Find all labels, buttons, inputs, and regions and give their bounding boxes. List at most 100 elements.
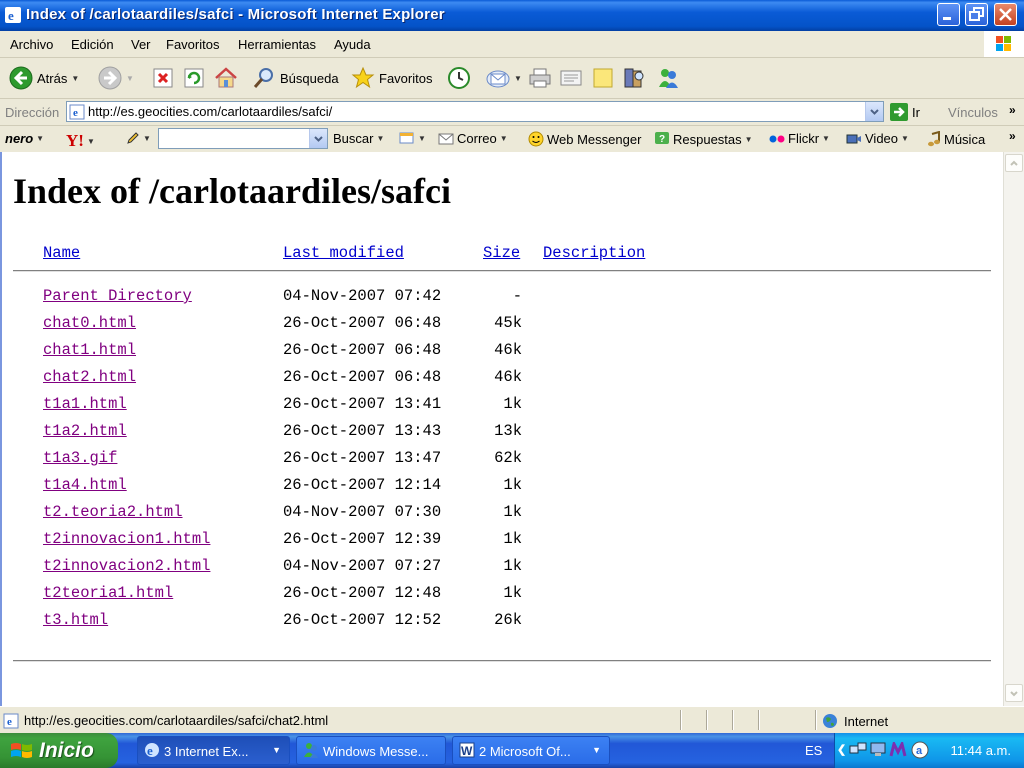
discuss-button[interactable] — [592, 65, 614, 91]
column-size-link[interactable]: Size — [483, 244, 520, 262]
flickr-link[interactable]: Flickr ▼ — [769, 131, 830, 146]
messenger-status-icon[interactable]: a — [911, 741, 929, 759]
standard-toolbar: Atrás ▼ ▼ Búsqueda Favoritos ▼ — [0, 58, 1024, 99]
address-dropdown-button[interactable] — [865, 102, 883, 121]
file-link[interactable]: t1a1.html — [43, 395, 127, 413]
menu-archivo[interactable]: Archivo — [10, 37, 53, 52]
chevron-down-icon[interactable]: ▼ — [36, 134, 44, 143]
links-button[interactable]: Vínculos — [948, 105, 998, 120]
favorites-button[interactable]: Favoritos — [351, 65, 432, 91]
minimize-button[interactable] — [937, 3, 960, 26]
language-indicator[interactable]: ES — [805, 743, 822, 758]
yahoo-button[interactable]: Y! ▼ — [66, 131, 95, 151]
menu-ayuda[interactable]: Ayuda — [334, 37, 371, 52]
chevron-down-icon[interactable]: ▼ — [500, 134, 508, 143]
chevron-down-icon[interactable]: ▼ — [514, 74, 522, 83]
antivirus-icon[interactable] — [889, 742, 907, 758]
taskbar-item-internet-explorer[interactable]: e 3 Internet Ex... ▼ — [137, 736, 290, 765]
messenger-button[interactable] — [656, 65, 680, 91]
back-button[interactable]: Atrás ▼ — [9, 65, 79, 91]
file-size: 13k — [494, 422, 522, 440]
search-dropdown-button[interactable] — [309, 129, 327, 148]
file-row: chat0.html 26-Oct-2007 06:48 45k — [2, 314, 1002, 336]
research-button[interactable] — [622, 65, 646, 91]
file-link[interactable]: Parent Directory — [43, 287, 192, 305]
search-button[interactable]: Búsqueda — [252, 65, 339, 91]
answers-link[interactable]: ? Respuestas ▼ — [654, 131, 753, 147]
chevron-down-icon[interactable]: ▼ — [822, 134, 830, 143]
taskbar-item-microsoft-office[interactable]: W 2 Microsoft Of... ▼ — [452, 736, 610, 765]
windows-flag-icon — [11, 743, 32, 758]
maximize-button[interactable] — [965, 3, 988, 26]
chevron-down-icon[interactable]: ▼ — [126, 74, 134, 83]
music-link[interactable]: Música — [927, 131, 985, 147]
svg-text:e: e — [8, 8, 14, 23]
file-link[interactable]: t2.teoria2.html — [43, 503, 183, 521]
mail-link[interactable]: Correo ▼ — [438, 131, 508, 146]
chevron-down-icon[interactable]: ▼ — [376, 134, 384, 143]
yahoo-search-input[interactable] — [158, 128, 328, 149]
video-link[interactable]: Video ▼ — [846, 131, 909, 146]
chevron-right-icon[interactable]: » — [1009, 129, 1016, 143]
scroll-down-button[interactable] — [1005, 684, 1023, 702]
home-button[interactable] — [214, 65, 238, 91]
column-name-link[interactable]: Name — [43, 244, 80, 262]
chevron-right-icon[interactable]: » — [1009, 103, 1016, 117]
file-link[interactable]: t2innovacion2.html — [43, 557, 210, 575]
highlighter-button[interactable]: ▼ — [126, 131, 151, 145]
file-link[interactable]: chat2.html — [43, 368, 136, 386]
file-link[interactable]: t2teoria1.html — [43, 584, 173, 602]
chevron-down-icon[interactable]: ▼ — [143, 134, 151, 143]
yahoo-search-button[interactable]: Buscar ▼ — [333, 131, 384, 146]
chevron-down-icon[interactable]: ▼ — [901, 134, 909, 143]
taskbar-item-windows-messenger[interactable]: Windows Messe... — [296, 736, 446, 765]
windows-logo — [984, 31, 1024, 57]
edit-button[interactable] — [559, 65, 583, 91]
column-modified-link[interactable]: Last modified — [283, 244, 404, 262]
task-label: 3 Internet Ex... — [164, 744, 249, 759]
chevron-down-icon[interactable]: ▼ — [87, 137, 95, 146]
title-bar[interactable]: e Index of /carlotaardiles/safci - Micro… — [0, 0, 1024, 31]
go-button[interactable]: Ir — [890, 103, 920, 121]
web-messenger-link[interactable]: Web Messenger — [528, 131, 641, 147]
file-link[interactable]: t1a4.html — [43, 476, 127, 494]
column-description-link[interactable]: Description — [543, 244, 645, 262]
chevron-down-icon[interactable]: ▼ — [71, 74, 79, 83]
menu-ver[interactable]: Ver — [131, 37, 151, 52]
file-modified: 26-Oct-2007 06:48 — [283, 341, 442, 359]
network-icon[interactable] — [849, 742, 867, 758]
menu-favoritos[interactable]: Favoritos — [166, 37, 219, 52]
mail-button[interactable]: ▼ — [486, 65, 522, 91]
address-bar: Dirección e http://es.geocities.com/carl… — [0, 99, 1024, 126]
print-button[interactable] — [528, 65, 552, 91]
video-camera-icon — [846, 134, 861, 143]
menu-herramientas[interactable]: Herramientas — [238, 37, 316, 52]
chevron-down-icon[interactable]: ▼ — [745, 135, 753, 144]
menu-edicion[interactable]: Edición — [71, 37, 114, 52]
scroll-up-button[interactable] — [1005, 154, 1023, 172]
bookmarks-button[interactable]: ▼ — [399, 131, 426, 145]
page-ie-icon: e — [69, 104, 85, 120]
chevron-down-icon[interactable]: ▼ — [418, 134, 426, 143]
close-button[interactable] — [994, 3, 1017, 26]
stop-button[interactable] — [152, 65, 174, 91]
tray-expand-icon[interactable]: ❮ — [837, 743, 846, 756]
vertical-scrollbar[interactable] — [1003, 152, 1024, 706]
file-row: t1a4.html 26-Oct-2007 12:14 1k — [2, 476, 1002, 498]
clock[interactable]: 11:44 a.m. — [951, 743, 1011, 758]
computer-icon[interactable] — [869, 742, 887, 758]
file-link[interactable]: t1a3.gif — [43, 449, 117, 467]
file-link[interactable]: chat0.html — [43, 314, 136, 332]
file-link[interactable]: t3.html — [43, 611, 108, 629]
start-button[interactable]: Inicio — [0, 733, 118, 768]
forward-button[interactable]: ▼ — [98, 65, 134, 91]
file-link[interactable]: t2innovacion1.html — [43, 530, 210, 548]
security-zone[interactable]: Internet — [822, 713, 888, 729]
history-button[interactable] — [447, 65, 471, 91]
file-link[interactable]: t1a2.html — [43, 422, 127, 440]
address-input[interactable]: e http://es.geocities.com/carlotaardiles… — [66, 101, 884, 122]
file-size: 46k — [494, 341, 522, 359]
refresh-button[interactable] — [183, 65, 205, 91]
file-link[interactable]: chat1.html — [43, 341, 136, 359]
nero-button[interactable]: nero ▼ — [5, 131, 44, 146]
